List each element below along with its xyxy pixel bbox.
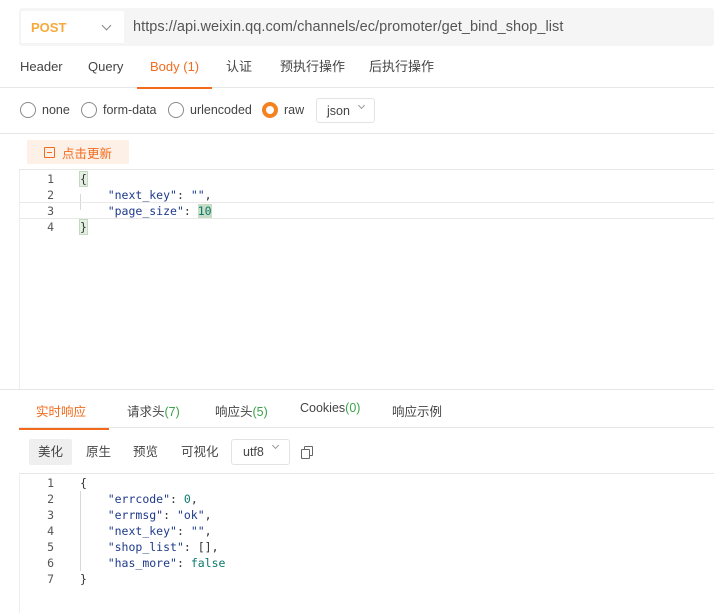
view-visualize[interactable]: 可视化 [172, 439, 228, 465]
editor-toolbar: 点击更新 [19, 134, 714, 170]
code-line: 4 } [20, 219, 714, 235]
edit-icon [44, 146, 55, 158]
code-token: { [80, 476, 87, 490]
encoding-select[interactable]: utf8 [231, 439, 290, 465]
code-token: "has_more" [107, 556, 177, 570]
encoding-value: utf8 [243, 445, 264, 459]
code-token: "" [190, 524, 205, 538]
code-token: "page_size" [107, 204, 184, 218]
code-line: 7 } [20, 571, 714, 587]
code-token: "errmsg" [107, 508, 164, 522]
code-token: [] [197, 540, 212, 554]
radio-form-data[interactable]: form-data [81, 102, 157, 118]
tab-pre-script[interactable]: 预执行操作 [280, 52, 345, 88]
tab-body[interactable]: Body (1) [136, 52, 213, 89]
update-button[interactable]: 点击更新 [27, 140, 129, 164]
line-number: 7 [47, 572, 54, 586]
line-number: 1 [47, 172, 54, 186]
update-button-label: 点击更新 [62, 146, 113, 161]
view-preview[interactable]: 预览 [124, 439, 167, 465]
radio-circle-icon [168, 102, 184, 118]
copy-icon[interactable] [301, 446, 313, 459]
code-token: } [79, 219, 88, 235]
radio-label: none [42, 103, 70, 117]
code-line: 5 "shop_list": [], [20, 539, 714, 555]
radio-none[interactable]: none [20, 102, 70, 118]
tab-cookies[interactable]: Cookies(0) [300, 401, 360, 415]
tab-header[interactable]: Header [20, 52, 63, 88]
line-number: 4 [47, 220, 54, 234]
line-number: 3 [47, 508, 54, 522]
radio-label: form-data [103, 103, 157, 117]
tab-label: Cookies [300, 401, 346, 415]
radio-circle-icon [81, 102, 97, 118]
response-tabs: 实时响应 请求头(7) 响应头(5) Cookies(0) 响应示例 [18, 390, 714, 430]
chevron-down-icon [101, 20, 112, 30]
radio-label: raw [284, 103, 305, 117]
url-bar: POST https://api.weixin.qq.com/channels/… [19, 8, 714, 46]
tab-label: 请求头 [127, 405, 165, 419]
line-number: 5 [47, 540, 54, 554]
request-tabs: Header Query Body (1) 认证 预执行操作 后执行操作 [0, 52, 714, 89]
tab-realtime-response[interactable]: 实时响应 [18, 401, 110, 430]
code-line: 3 "errmsg": "ok", [20, 507, 714, 523]
code-line: 4 "next_key": "", [20, 523, 714, 539]
tab-response-example[interactable]: 响应示例 [392, 401, 442, 420]
code-token: "next_key" [107, 188, 177, 202]
view-raw[interactable]: 原生 [77, 439, 120, 465]
code-token: "shop_list" [107, 540, 184, 554]
count-badge: (5) [252, 405, 268, 419]
radio-label: urlencoded [190, 103, 252, 117]
tab-request-headers[interactable]: 请求头(7) [127, 401, 180, 420]
line-number: 6 [47, 556, 54, 570]
line-number: 1 [47, 476, 54, 490]
chevron-down-icon [357, 101, 366, 110]
count-badge: (7) [164, 405, 180, 419]
body-format-select[interactable]: json [316, 98, 375, 123]
line-number: 3 [47, 204, 54, 218]
tab-response-headers[interactable]: 响应头(5) [215, 401, 268, 420]
tab-query[interactable]: Query [88, 52, 123, 88]
code-token: { [79, 171, 88, 187]
tab-label: 响应头 [215, 405, 253, 419]
method-select[interactable]: POST [21, 11, 124, 43]
response-view-bar: 美化 原生 预览 可视化 utf8 [19, 430, 714, 474]
code-token: "ok" [176, 508, 205, 522]
body-format-value: json [327, 103, 350, 118]
code-line: 6 "has_more": false [20, 555, 714, 571]
radio-checked-icon [262, 102, 278, 118]
code-token: false [190, 556, 226, 570]
code-token: "" [190, 188, 205, 202]
chevron-down-icon [271, 441, 280, 450]
line-number: 4 [47, 524, 54, 538]
line-number: 2 [47, 188, 54, 202]
count-badge: (0) [345, 401, 361, 415]
tab-post-script[interactable]: 后执行操作 [369, 52, 434, 88]
request-body-editor[interactable]: 1 { 2 "next_key": "", 3 "page_size": 10 … [19, 170, 714, 389]
response-body-viewer: 1 { 2 "errcode": 0, 3 "errmsg": "ok", 4 … [19, 475, 714, 613]
radio-circle-icon [20, 102, 36, 118]
radio-urlencoded[interactable]: urlencoded [168, 102, 252, 118]
line-number: 2 [47, 492, 54, 506]
url-input[interactable]: https://api.weixin.qq.com/channels/ec/pr… [133, 19, 563, 35]
code-line: 1 { [20, 475, 714, 491]
code-line-current: 3 "page_size": 10 [20, 202, 714, 219]
code-line: 1 { [20, 171, 714, 187]
code-line: 2 "errcode": 0, [20, 491, 714, 507]
code-token: "errcode" [107, 492, 171, 506]
code-token: } [80, 572, 87, 586]
code-token: "next_key" [107, 524, 177, 538]
radio-raw[interactable]: raw [262, 102, 304, 118]
code-token: 10 [197, 204, 212, 218]
view-pretty[interactable]: 美化 [29, 439, 73, 465]
tab-auth[interactable]: 认证 [226, 52, 252, 88]
code-token: 0 [183, 492, 191, 506]
code-line: 2 "next_key": "", [20, 187, 714, 203]
method-label: POST [31, 19, 67, 35]
